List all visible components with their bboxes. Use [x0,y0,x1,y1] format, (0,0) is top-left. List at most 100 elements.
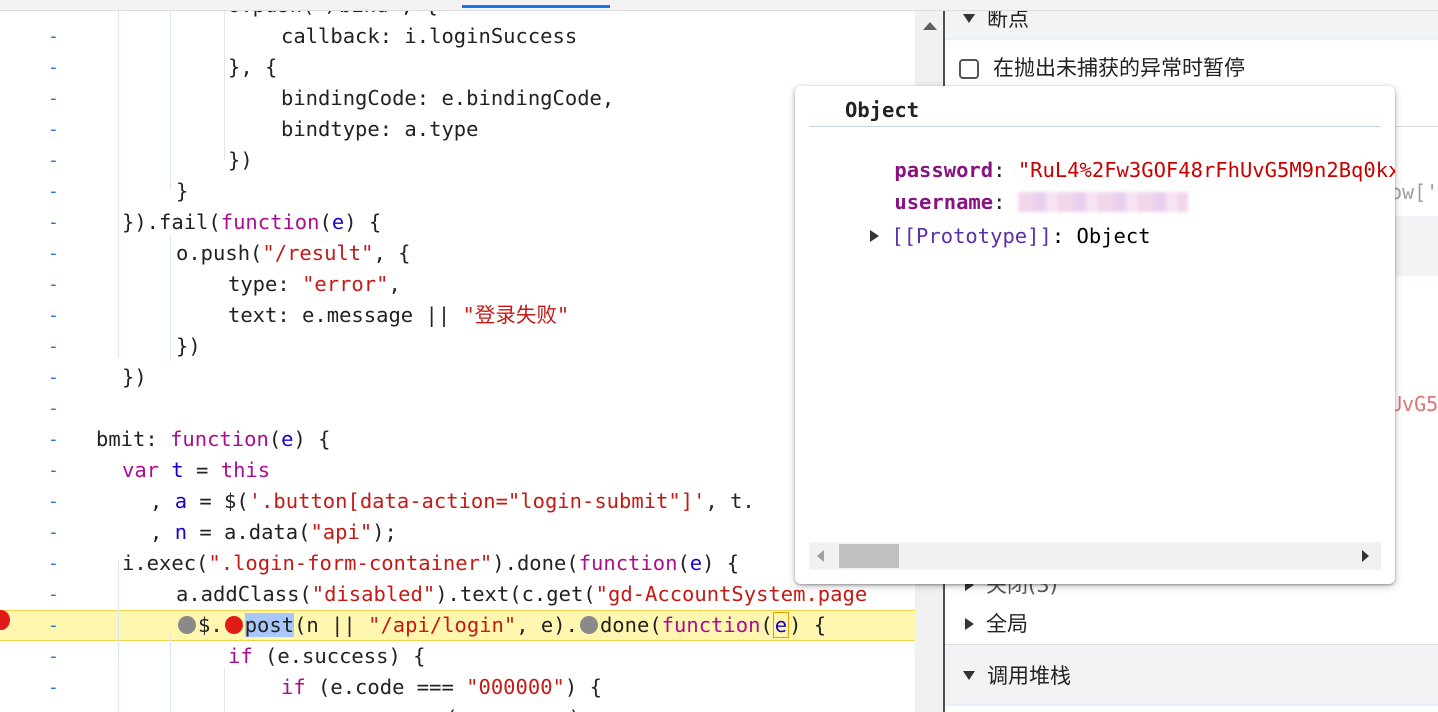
call-stack-section-header[interactable]: 调用堆栈 [945,644,1438,706]
code-token: } [176,179,189,203]
line-gutter-mark[interactable]: - [48,611,59,640]
code-line[interactable]: -, a = $('.button[data-action="login-sub… [0,486,915,517]
code-token: "api" [310,520,373,544]
code-token: i.exec( [122,551,209,575]
code-token: "gd-AccountSystem.page [595,582,868,606]
line-gutter-mark[interactable]: - [48,83,59,114]
indent-guide [224,0,225,160]
code-text: , n = a.data("api"); [150,517,397,548]
code-line[interactable]: -}) [0,331,915,362]
horizontal-scrollbar[interactable] [809,542,1381,570]
prototype-row[interactable]: [[Prototype]]: Object [821,200,1151,272]
object-preview-popover[interactable]: Object password: "RuL4%2Fw3GOF48rFhUvG5M… [795,86,1395,584]
top-toolbar-edge [0,0,1438,11]
code-token: if [228,644,253,668]
code-line[interactable]: - bindingCode: e.bindingCode, [0,83,915,114]
code-text: i.exec(".login-form-container").done(fun… [122,548,739,579]
call-stack-header-label: 调用堆栈 [987,664,1071,688]
source-code-editor[interactable]: -o.push("/bind", {-callback: i.loginSucc… [0,0,915,712]
line-gutter-mark[interactable]: - [48,672,59,703]
code-line[interactable]: -}).fail(function(e) { [0,207,915,238]
code-token: }) [176,334,201,358]
scroll-left-arrow-icon[interactable] [817,550,824,562]
code-line[interactable]: -}) [0,145,915,176]
line-gutter-mark[interactable]: - [48,579,59,610]
code-token: ) { [789,613,827,637]
code-line[interactable]: - bindtype: a.type [0,114,915,145]
code-text: }, { [228,52,277,83]
line-gutter-mark[interactable]: - [48,52,59,83]
scrollbar-thumb[interactable] [839,544,899,568]
code-text: }) [122,362,147,393]
line-gutter-mark[interactable]: - [48,331,59,362]
code-text: }) [176,331,201,362]
code-token: , [150,489,175,513]
code-token: bmit: [96,427,171,451]
code-token: ) { [293,427,331,451]
line-gutter-mark[interactable]: - [48,548,59,579]
code-line[interactable]: - callback: i.loginSuccess [0,21,915,52]
line-gutter-mark[interactable]: - [48,114,59,145]
indent-guide [224,668,225,712]
code-line[interactable]: - var t = this [0,455,915,486]
line-gutter-mark[interactable]: - [48,300,59,331]
code-line[interactable]: - type: "error", [0,269,915,300]
line-gutter-mark[interactable]: - [48,21,59,52]
code-line[interactable]: - a.addClass("disabled").text(c.get("gd-A… [0,579,915,610]
paused-code-line[interactable]: - $. post(n || "/api/login", e). done(funct… [0,610,915,641]
line-gutter-mark[interactable]: - [48,641,59,672]
line-gutter-mark[interactable]: - [48,393,59,424]
code-line[interactable]: - o.push("/result", { [0,238,915,269]
line-gutter-mark[interactable]: - [48,145,59,176]
code-token: , e). [516,613,578,637]
scroll-right-arrow-icon[interactable] [1362,550,1369,562]
line-gutter-mark[interactable]: - [48,486,59,517]
scroll-up-arrow-icon[interactable] [923,22,937,30]
code-text: a.addClass("disabled").text(c.get("gd-Ac… [176,579,867,610]
global-scope-label: 全局 [986,612,1028,636]
code-line[interactable]: -} [0,176,915,207]
popover-divider [809,126,1381,127]
code-token: }, { [228,55,278,79]
expand-triangle-icon[interactable] [870,230,880,242]
pause-on-uncaught-row[interactable]: 在抛出未捕获的异常时暂停 [945,48,1438,88]
code-line[interactable]: - , n = a.data("api"); [0,517,915,548]
collapsed-triangle-icon [965,618,974,630]
code-token: }).fail( [122,210,221,234]
line-gutter-mark[interactable]: - [48,517,59,548]
line-gutter-mark[interactable]: - [48,269,59,300]
code-token: ( [268,427,282,451]
code-line[interactable]: - if (e.code === "000000") { [0,672,915,703]
line-gutter-mark[interactable]: - [48,238,59,269]
code-line[interactable]: - bmit: function(e) { [0,424,915,455]
code-token: ) { [702,551,740,575]
inline-breakpoint-icon[interactable] [178,616,196,634]
code-token: function [661,613,761,637]
code-token: }) [122,365,147,389]
code-token: function [578,551,678,575]
code-token: done( [599,613,662,637]
active-inline-breakpoint-icon[interactable] [224,616,243,634]
code-line[interactable]: - }, { [0,52,915,83]
line-gutter-mark[interactable]: - [48,455,59,486]
line-gutter-mark[interactable]: - [48,703,59,712]
code-token: = $( [187,489,249,513]
line-gutter-mark[interactable]: - [48,362,59,393]
line-gutter-mark[interactable]: - [48,424,59,455]
line-gutter-mark[interactable]: - [48,176,59,207]
inline-breakpoint-icon[interactable] [579,616,598,634]
code-text: e.success(e.message); [334,703,593,712]
code-token: , { [373,241,411,265]
code-line[interactable]: - [0,393,915,424]
global-scope-row[interactable]: 全局 [945,608,1438,640]
code-line[interactable]: -}) [0,362,915,393]
pause-uncaught-checkbox[interactable] [959,59,979,79]
code-line[interactable]: - text: e.message || "登录失败" [0,300,915,331]
code-token: ).text(c.get( [435,582,596,606]
code-line[interactable]: - i.exec(".login-form-container").done(fu… [0,548,915,579]
code-token: bindtype: a.type [281,117,479,141]
code-token: e [281,427,294,451]
line-gutter-mark[interactable]: - [48,207,59,238]
code-line[interactable]: - e.success(e.message); [0,703,915,712]
code-line[interactable]: - if (e.success) { [0,641,915,672]
